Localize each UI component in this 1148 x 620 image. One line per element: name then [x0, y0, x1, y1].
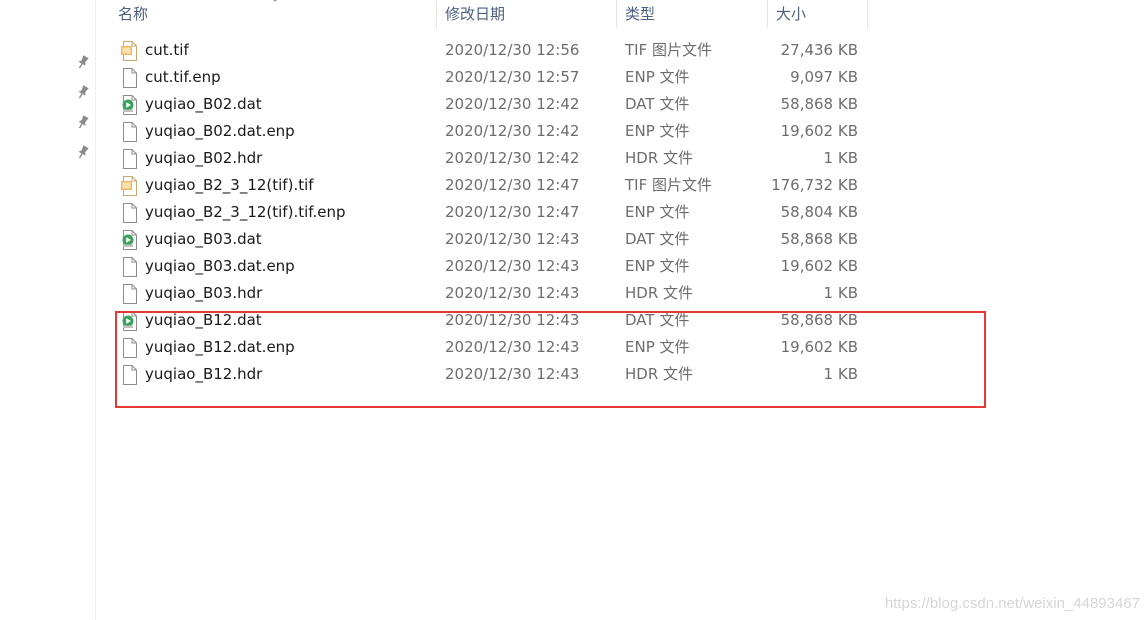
- file-name[interactable]: yuqiao_B03.dat: [145, 226, 262, 253]
- file-row[interactable]: yuqiao_B03.dat.enp 2020/12/30 12:43 ENP 文件…: [110, 253, 870, 280]
- file-size: 1 KB: [823, 149, 858, 167]
- watermark-text: https://blog.csdn.net/weixin_44893467: [884, 595, 1140, 612]
- blank-file-icon: [121, 257, 139, 277]
- file-date: 2020/12/30 12:56: [445, 41, 580, 59]
- media-file-icon: [121, 95, 139, 115]
- file-type: HDR 文件: [625, 149, 694, 167]
- image-file-icon: [121, 41, 139, 61]
- blank-file-icon: [121, 122, 139, 142]
- file-date: 2020/12/30 12:42: [445, 122, 580, 140]
- file-size: 19,602 KB: [780, 257, 858, 275]
- file-name[interactable]: cut.tif: [145, 37, 189, 64]
- file-size: 58,868 KB: [780, 230, 858, 248]
- file-name[interactable]: cut.tif.enp: [145, 64, 221, 91]
- file-row[interactable]: yuqiao_B02.dat 2020/12/30 12:42 DAT 文件 58,8…: [110, 91, 870, 118]
- navigation-pane: [0, 0, 96, 620]
- file-type: ENP 文件: [625, 203, 690, 221]
- pin-icon[interactable]: [74, 143, 92, 161]
- highlight-box: [115, 311, 986, 408]
- pin-icon[interactable]: [74, 53, 92, 71]
- file-date: 2020/12/30 12:57: [445, 68, 580, 86]
- file-row[interactable]: yuqiao_B02.dat.enp 2020/12/30 12:42 ENP 文件…: [110, 118, 870, 145]
- file-date: 2020/12/30 12:47: [445, 203, 580, 221]
- file-type: ENP 文件: [625, 68, 690, 86]
- file-size: 27,436 KB: [780, 41, 858, 59]
- file-name[interactable]: yuqiao_B02.dat.enp: [145, 118, 295, 145]
- file-row[interactable]: yuqiao_B2_3_12(tif).tif 2020/12/30 12:47 T…: [110, 172, 870, 199]
- file-size: 176,732 KB: [771, 176, 858, 194]
- blank-file-icon: [121, 149, 139, 169]
- file-row[interactable]: cut.tif 2020/12/30 12:56 TIF 图片文件 27,436 KB: [110, 37, 870, 64]
- column-date-header[interactable]: 修改日期: [437, 0, 617, 28]
- file-name[interactable]: yuqiao_B2_3_12(tif).tif.enp: [145, 199, 345, 226]
- image-file-icon: [121, 176, 139, 196]
- file-type: TIF 图片文件: [625, 176, 712, 194]
- blank-file-icon: [121, 68, 139, 88]
- file-type: ENP 文件: [625, 122, 690, 140]
- file-type: HDR 文件: [625, 284, 694, 302]
- file-name[interactable]: yuqiao_B02.dat: [145, 91, 262, 118]
- column-type-header[interactable]: 类型: [617, 0, 768, 28]
- pin-icon[interactable]: [74, 83, 92, 101]
- file-type: DAT 文件: [625, 95, 690, 113]
- file-name[interactable]: yuqiao_B03.dat.enp: [145, 253, 295, 280]
- file-type: ENP 文件: [625, 257, 690, 275]
- file-date: 2020/12/30 12:47: [445, 176, 580, 194]
- column-size-header[interactable]: 大小: [768, 0, 868, 28]
- blank-file-icon: [121, 203, 139, 223]
- file-name[interactable]: yuqiao_B2_3_12(tif).tif: [145, 172, 314, 199]
- file-size: 9,097 KB: [790, 68, 858, 86]
- file-date: 2020/12/30 12:42: [445, 95, 580, 113]
- file-type: TIF 图片文件: [625, 41, 712, 59]
- file-size: 1 KB: [823, 284, 858, 302]
- file-row[interactable]: cut.tif.enp 2020/12/30 12:57 ENP 文件 9,097 K…: [110, 64, 870, 91]
- file-row[interactable]: yuqiao_B2_3_12(tif).tif.enp 2020/12/30 12…: [110, 199, 870, 226]
- file-size: 19,602 KB: [780, 122, 858, 140]
- file-name[interactable]: yuqiao_B03.hdr: [145, 280, 262, 307]
- file-row[interactable]: yuqiao_B02.hdr 2020/12/30 12:42 HDR 文件 1 KB: [110, 145, 870, 172]
- column-name-header[interactable]: 名称: [110, 0, 437, 28]
- file-date: 2020/12/30 12:43: [445, 230, 580, 248]
- file-name[interactable]: yuqiao_B02.hdr: [145, 145, 262, 172]
- file-row[interactable]: yuqiao_B03.hdr 2020/12/30 12:43 HDR 文件 1 KB: [110, 280, 870, 307]
- file-date: 2020/12/30 12:42: [445, 149, 580, 167]
- column-header: 名称 修改日期 类型 大小: [110, 0, 868, 28]
- file-size: 58,868 KB: [780, 95, 858, 113]
- file-date: 2020/12/30 12:43: [445, 284, 580, 302]
- blank-file-icon: [121, 284, 139, 304]
- file-size: 58,804 KB: [780, 203, 858, 221]
- media-file-icon: [121, 230, 139, 250]
- file-row[interactable]: yuqiao_B03.dat 2020/12/30 12:43 DAT 文件 58,8…: [110, 226, 870, 253]
- file-date: 2020/12/30 12:43: [445, 257, 580, 275]
- file-type: DAT 文件: [625, 230, 690, 248]
- pin-icon[interactable]: [74, 113, 92, 131]
